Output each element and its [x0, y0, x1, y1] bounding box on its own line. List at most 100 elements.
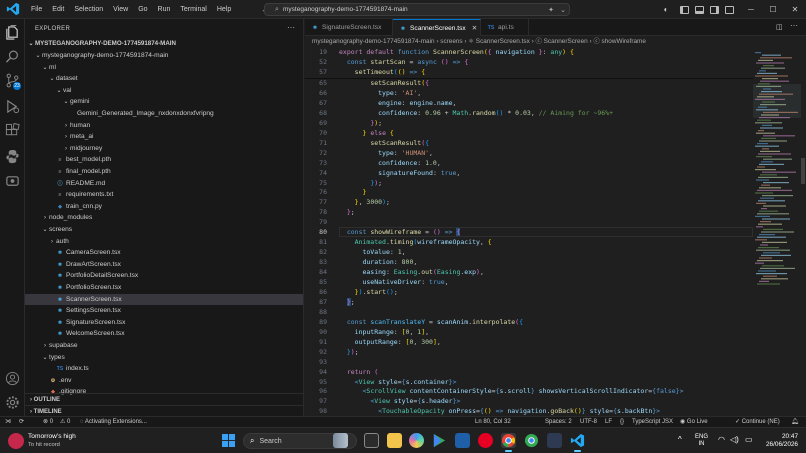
toggle-secondary-sidebar-icon[interactable]	[710, 5, 719, 14]
tree-item[interactable]: › midjourney	[25, 143, 303, 155]
store-app-icon[interactable]	[455, 433, 470, 448]
code-line[interactable]: };	[339, 208, 355, 216]
code-line[interactable]: setScanResult({	[339, 79, 429, 87]
copilot-chat-icon[interactable]: ◐	[655, 5, 677, 14]
maximize-icon[interactable]: ☐	[762, 5, 784, 14]
tree-item[interactable]: ⚛ PortfolioScreen.tsx	[25, 282, 303, 294]
vscode-taskbar-icon[interactable]	[570, 433, 585, 452]
tree-item[interactable]: ⚛ SignatureScreen.tsx	[25, 317, 303, 329]
file-explorer-icon[interactable]	[387, 433, 402, 448]
tab-scanner-screen[interactable]: ⚛ ScannerScreen.tsx ✕	[393, 19, 481, 36]
code-line[interactable]: <View style={s.header}>	[339, 397, 460, 405]
tree-item[interactable]: ⚛ CameraScreen.tsx	[25, 247, 303, 259]
tree-item[interactable]: ≡ best_model.pth	[25, 154, 303, 166]
tree-item[interactable]: ◆ train_cnn.py	[25, 201, 303, 213]
code-line[interactable]: });	[339, 179, 382, 187]
code-line[interactable]: confidence: 1.0,	[339, 159, 441, 167]
sticky-scroll-line[interactable]: const startScan = async () => {	[339, 58, 468, 66]
workspace-header[interactable]: ⌄MYSTEGANOGRAPHY-DEMO-1774591874-MAIN	[25, 38, 303, 50]
remote-explorer-icon[interactable]	[5, 174, 20, 189]
close-tab-icon[interactable]: ✕	[472, 25, 478, 32]
code-editor[interactable]: 19 export default function ScannerScreen(…	[305, 48, 753, 416]
chevron-down-icon[interactable]: ⌄	[557, 6, 569, 14]
code-line[interactable]: confidence: 0.96 + Math.random() * 0.03,…	[339, 109, 613, 117]
tree-item[interactable]: ⚙ .env	[25, 375, 303, 387]
tree-item[interactable]: ⌄screens	[25, 224, 303, 236]
tree-item[interactable]: ⚛ WelcomeScreen.tsx	[25, 328, 303, 340]
code-line[interactable]: }	[339, 188, 366, 196]
code-line[interactable]: engine: engine.name,	[339, 99, 456, 107]
explorer-icon[interactable]	[5, 24, 20, 40]
tree-item-selected[interactable]: ⚛ ScannerScreen.tsx	[25, 293, 303, 306]
task-view-icon[interactable]	[364, 433, 379, 448]
menu-run[interactable]: Run	[153, 0, 176, 19]
battery-icon[interactable]: ▭	[745, 435, 753, 444]
minimap[interactable]	[753, 48, 806, 416]
code-line[interactable]: const scanTranslateY = scanAnim.interpol…	[339, 318, 523, 326]
tree-item[interactable]: ⓘ README.md	[25, 178, 303, 190]
tab-api-ts[interactable]: TS api.ts	[481, 19, 529, 36]
toggle-primary-sidebar-icon[interactable]	[680, 5, 689, 14]
tree-item[interactable]: ≡ final_model.pth	[25, 166, 303, 178]
code-line[interactable]: type: 'AI',	[339, 89, 421, 97]
tree-item[interactable]: › meta_ai	[25, 131, 303, 143]
code-line[interactable]: });	[339, 119, 382, 127]
command-center-search[interactable]: ⌕ mysteganography-demo-1774591874-main ✦…	[264, 3, 570, 16]
settings-gear-icon[interactable]	[5, 395, 20, 410]
sticky-scroll-line[interactable]: setTimeout(() => {	[339, 68, 425, 76]
extensions-icon[interactable]	[5, 122, 20, 138]
code-line[interactable]: useNativeDriver: true,	[339, 278, 448, 286]
code-line[interactable]: outputRange: [0, 300],	[339, 338, 441, 346]
input-language[interactable]: ENG IN	[695, 434, 708, 448]
chrome-profile-icon[interactable]	[524, 433, 539, 448]
tree-item[interactable]: ⚛ SettingsScreen.tsx	[25, 305, 303, 317]
tree-item[interactable]: › human	[25, 120, 303, 132]
code-line[interactable]: <ScrollView contentContainerStyle={s.scr…	[339, 387, 683, 395]
minimize-icon[interactable]: ─	[740, 5, 762, 14]
code-line[interactable]: toValue: 1,	[339, 248, 405, 256]
code-line[interactable]: type: 'HUMAN',	[339, 149, 433, 157]
menu-file[interactable]: File	[26, 0, 47, 19]
tree-item[interactable]: ≡ requirements.txt	[25, 189, 303, 201]
tree-item[interactable]: › supabase	[25, 340, 303, 352]
code-line[interactable]: }).start();	[339, 288, 398, 296]
tree-item[interactable]: › auth	[25, 236, 303, 248]
search-icon[interactable]	[5, 49, 20, 64]
code-line[interactable]: <View style={s.container}>	[339, 378, 457, 386]
close-icon[interactable]: ✕	[784, 5, 806, 14]
code-line[interactable]: return (	[339, 368, 378, 376]
tree-item[interactable]: Gemini_Generated_Image_nxdonxdonxfvripng	[25, 108, 303, 120]
menu-help[interactable]: Help	[212, 0, 236, 19]
code-line[interactable]: const showWireframe = () => {	[339, 228, 461, 237]
weather-icon[interactable]	[8, 433, 24, 449]
tree-item[interactable]: ⌄dataset	[25, 73, 303, 85]
outline-section[interactable]: › OUTLINE	[25, 393, 303, 405]
code-line[interactable]: }, 3000);	[339, 198, 390, 206]
split-editor-icon[interactable]: ◫	[776, 23, 783, 31]
code-line[interactable]: Animated.timing(wireframeOpacity, {	[339, 238, 492, 246]
code-line[interactable]: signatureFound: true,	[339, 169, 460, 177]
menu-selection[interactable]: Selection	[69, 0, 108, 19]
weather-widget[interactable]: Tomorrow's high To hit record	[28, 432, 76, 450]
python-icon[interactable]	[5, 149, 20, 164]
menu-terminal[interactable]: Terminal	[175, 0, 211, 19]
pinterest-icon[interactable]	[478, 433, 493, 448]
run-debug-icon[interactable]	[5, 99, 20, 114]
tree-item[interactable]: TS index.ts	[25, 363, 303, 375]
tree-item[interactable]: ⌄val	[25, 85, 303, 97]
code-line[interactable]: easing: Easing.out(Easing.exp),	[339, 268, 483, 276]
tab-signature-screen[interactable]: ⚛ SignatureScreen.tsx	[305, 19, 393, 36]
menu-go[interactable]: Go	[133, 0, 152, 19]
tree-item[interactable]: ⌄types	[25, 352, 303, 364]
tree-item[interactable]: ⌄mysteganography-demo-1774591874-main	[25, 50, 303, 62]
tree-item[interactable]: › node_modules	[25, 212, 303, 224]
code-line[interactable]: });	[339, 348, 359, 356]
timeline-section[interactable]: › TIMELINE	[25, 405, 303, 416]
menu-view[interactable]: View	[108, 0, 133, 19]
sticky-scroll-line[interactable]: export default function ScannerScreen({ …	[339, 48, 574, 56]
code-line[interactable]: setScanResult({	[339, 139, 429, 147]
account-icon[interactable]	[5, 371, 20, 386]
tree-item[interactable]: ⌄ml	[25, 62, 303, 74]
copilot-app-icon[interactable]	[409, 433, 424, 448]
toggle-panel-icon[interactable]	[695, 5, 704, 14]
